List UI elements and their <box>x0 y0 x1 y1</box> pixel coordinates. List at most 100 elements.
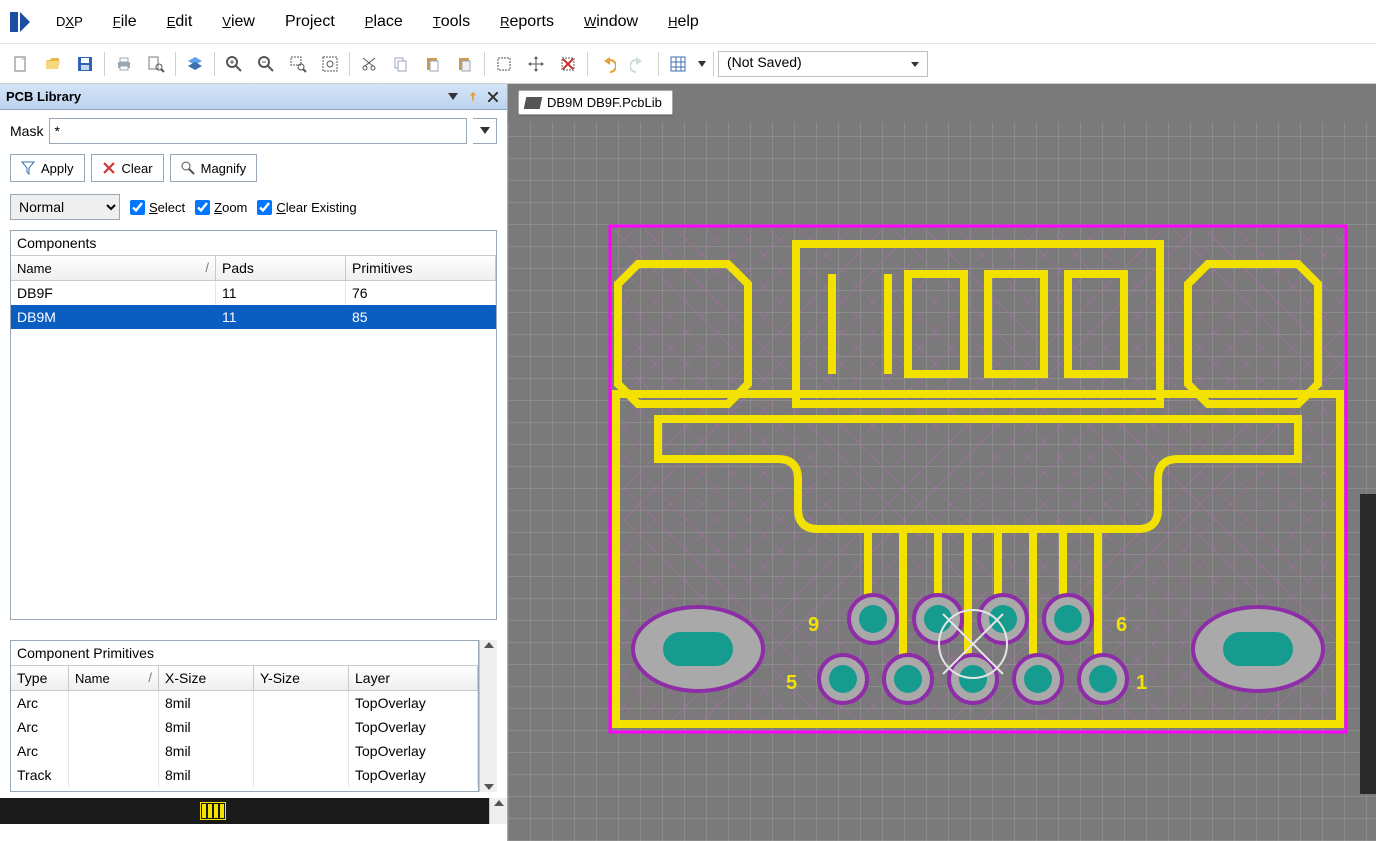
toolbar: (Not Saved) <box>0 44 1376 84</box>
col-xsize[interactable]: X-Size <box>159 666 254 690</box>
paste-icon <box>424 55 442 73</box>
new-file-button[interactable] <box>6 50 36 78</box>
layers-icon <box>186 55 204 73</box>
clear-existing-checkbox[interactable]: Clear Existing <box>257 200 356 215</box>
col-ysize[interactable]: Y-Size <box>254 666 349 690</box>
grid-empty <box>11 329 496 619</box>
col-name[interactable]: Name / <box>11 256 216 280</box>
table-row[interactable]: Arc8milTopOverlay <box>11 691 478 715</box>
cut-button[interactable] <box>354 50 384 78</box>
scroll-down-icon <box>484 784 494 790</box>
save-button[interactable] <box>70 50 100 78</box>
panel-pin-icon[interactable] <box>465 89 481 105</box>
col-primitives[interactable]: Primitives <box>346 256 496 280</box>
right-gutter <box>1360 494 1376 794</box>
saved-config-combo[interactable]: (Not Saved) <box>718 51 928 77</box>
components-grid: Components Name / Pads Primitives DB9F 1… <box>10 230 497 620</box>
undo-icon <box>598 55 616 73</box>
grid-button[interactable] <box>663 50 693 78</box>
toolbar-separator <box>713 52 714 76</box>
zoom-in-icon <box>225 55 243 73</box>
primitives-grid: Component Primitives Type Name / X-Size … <box>10 640 479 792</box>
zoom-out-icon <box>257 55 275 73</box>
pad-label-5: 5 <box>786 672 797 695</box>
layers-button[interactable] <box>180 50 210 78</box>
deselect-button[interactable] <box>553 50 583 78</box>
menu-file[interactable]: FFileile <box>99 7 151 37</box>
open-button[interactable] <box>38 50 68 78</box>
menu-place[interactable]: Place <box>351 7 417 37</box>
paste-button[interactable] <box>418 50 448 78</box>
select-button[interactable] <box>489 50 519 78</box>
mask-dropdown[interactable] <box>473 118 497 144</box>
table-row[interactable]: Track8milTopOverlay <box>11 763 478 787</box>
grid-dropdown[interactable] <box>695 50 709 78</box>
mask-input[interactable] <box>49 118 467 144</box>
menu-reports[interactable]: Reports <box>486 7 568 37</box>
toolbar-separator <box>484 52 485 76</box>
primitives-scrollbar[interactable] <box>479 640 497 792</box>
zoom-fit-button[interactable] <box>315 50 345 78</box>
components-header[interactable]: Name / Pads Primitives <box>11 256 496 281</box>
move-button[interactable] <box>521 50 551 78</box>
zoom-out-button[interactable] <box>251 50 281 78</box>
mode-select[interactable]: Normal <box>10 194 120 220</box>
menu-edit[interactable]: Edit <box>153 7 207 37</box>
cell-name: DB9F <box>11 281 216 305</box>
folder-open-icon <box>44 55 62 73</box>
col-layer[interactable]: Layer <box>349 666 478 690</box>
editor-area[interactable]: DB9M DB9F.PcbLib <box>508 84 1376 841</box>
panel-dropdown-icon[interactable] <box>445 89 461 105</box>
strip-scroll-up[interactable] <box>489 798 507 824</box>
table-row[interactable]: Arc8milTopOverlay <box>11 715 478 739</box>
zoom-area-button[interactable] <box>283 50 313 78</box>
table-row[interactable]: DB9F 11 76 <box>11 281 496 305</box>
menu-project[interactable]: Project <box>271 7 349 37</box>
zoom-checkbox[interactable]: Zoom <box>195 200 247 215</box>
select-checkbox[interactable]: Select <box>130 200 185 215</box>
col-pads[interactable]: Pads <box>216 256 346 280</box>
preview-button[interactable] <box>141 50 171 78</box>
file-icon <box>12 55 30 73</box>
clear-button[interactable]: Clear <box>91 154 164 182</box>
zoom-fit-icon <box>321 55 339 73</box>
pcb-library-panel: PCB Library Mask Apply Clear Magnify Nor… <box>0 84 508 841</box>
menu-window[interactable]: Window <box>570 7 652 37</box>
menu-view[interactable]: View <box>208 7 269 37</box>
scissors-icon <box>360 55 378 73</box>
undo-button[interactable] <box>592 50 622 78</box>
col-name[interactable]: Name / <box>69 666 159 690</box>
toolbar-separator <box>658 52 659 76</box>
redo-button[interactable] <box>624 50 654 78</box>
pcb-canvas[interactable]: 9 6 5 1 <box>508 122 1376 841</box>
col-type[interactable]: Type <box>11 666 69 690</box>
duplicate-button[interactable] <box>450 50 480 78</box>
print-button[interactable] <box>109 50 139 78</box>
panel-close-icon[interactable] <box>485 89 501 105</box>
footprint-drawing <box>608 224 1348 734</box>
pad-label-9: 9 <box>808 614 819 637</box>
table-row[interactable]: Arc8milTopOverlay <box>11 739 478 763</box>
menu-dxp[interactable]: DXP <box>42 7 97 37</box>
selection-icon <box>495 55 513 73</box>
primitives-header[interactable]: Type Name / X-Size Y-Size Layer <box>11 666 478 691</box>
toolbar-separator <box>587 52 588 76</box>
menu-tools[interactable]: Tools <box>419 7 484 37</box>
magnify-button[interactable]: Magnify <box>170 154 258 182</box>
printer-icon <box>115 55 133 73</box>
apply-button[interactable]: Apply <box>10 154 85 182</box>
cell-pads: 11 <box>216 305 346 329</box>
menu-help[interactable]: Help <box>654 7 713 37</box>
zoom-in-button[interactable] <box>219 50 249 78</box>
menu-bar: DXP FFileile Edit View Project Place Too… <box>0 0 1376 44</box>
table-row[interactable]: DB9M 11 85 <box>11 305 496 329</box>
apply-label: Apply <box>41 161 74 176</box>
cell-pads: 11 <box>216 281 346 305</box>
document-tab[interactable]: DB9M DB9F.PcbLib <box>518 90 673 115</box>
toolbar-separator <box>104 52 105 76</box>
toolbar-separator <box>214 52 215 76</box>
move-icon <box>527 55 545 73</box>
copy-button[interactable] <box>386 50 416 78</box>
layer-strip[interactable] <box>0 798 489 824</box>
document-icon <box>524 97 543 109</box>
